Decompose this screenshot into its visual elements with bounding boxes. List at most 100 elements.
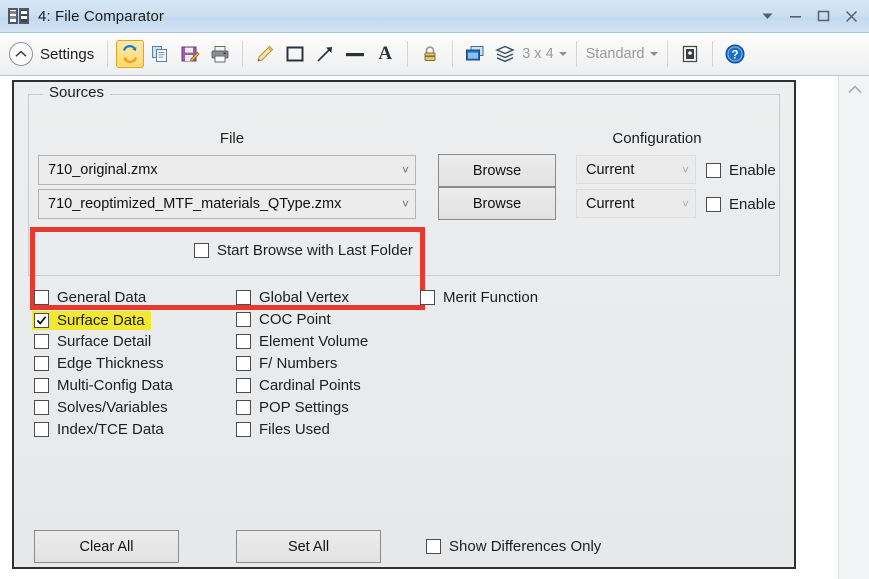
maximize-button[interactable] [809, 2, 837, 32]
checkbox-box [236, 378, 251, 393]
option-label: Surface Detail [57, 333, 151, 350]
toolbar-separator [452, 41, 453, 67]
file-path-dropdown-2[interactable]: 710_reoptimized_MTF_materials_QType.zmx … [38, 189, 416, 219]
titlebar-dropdown-icon[interactable] [753, 2, 781, 32]
refresh-icon[interactable] [116, 40, 144, 68]
option-multi-config-data[interactable]: Multi-Config Data [34, 377, 173, 394]
toolbar-separator [576, 41, 577, 67]
option-label: Multi-Config Data [57, 377, 173, 394]
chevron-down-icon: ˅ [402, 198, 409, 210]
window-title: 4: File Comparator [38, 8, 164, 25]
title-bar: 4: File Comparator [0, 0, 869, 33]
arrow-icon[interactable] [311, 40, 339, 68]
option-f-numbers[interactable]: F/ Numbers [236, 355, 337, 372]
rectangle-icon[interactable] [281, 40, 309, 68]
browse-button-2[interactable]: Browse [438, 187, 556, 220]
checkbox-box [236, 356, 251, 371]
option-label: Files Used [259, 421, 330, 438]
style-preset-label: Standard [586, 46, 645, 62]
option-merit-function[interactable]: Merit Function [420, 289, 538, 306]
toolbar-separator [667, 41, 668, 67]
line-icon[interactable] [341, 40, 369, 68]
minimize-button[interactable] [781, 2, 809, 32]
configuration-dropdown-2[interactable]: Current ˅ [576, 189, 696, 218]
option-surface-data[interactable]: Surface Data [32, 311, 151, 330]
grid-size-label: 3 x 4 [522, 46, 553, 62]
option-coc-point[interactable]: COC Point [236, 311, 331, 328]
option-general-data[interactable]: General Data [34, 289, 146, 306]
checkbox-box [34, 334, 49, 349]
option-index-tce-data[interactable]: Index/TCE Data [34, 421, 164, 438]
window-controls [753, 0, 865, 33]
file-path-value-2: 710_reoptimized_MTF_materials_QType.zmx [48, 196, 396, 212]
option-label: POP Settings [259, 399, 349, 416]
set-all-button[interactable]: Set All [236, 530, 381, 563]
settings-button[interactable]: Settings [9, 42, 94, 66]
text-icon[interactable]: A [371, 40, 399, 68]
toolbar-separator [712, 41, 713, 67]
show-differences-label: Show Differences Only [449, 538, 601, 555]
close-button[interactable] [837, 2, 865, 32]
checkbox-box [236, 422, 251, 437]
copy-icon[interactable] [146, 40, 174, 68]
checkbox-box [34, 290, 49, 305]
configuration-dropdown-1[interactable]: Current ˅ [576, 155, 696, 184]
export-image-icon[interactable] [676, 40, 704, 68]
toolbar: Settings [0, 33, 869, 76]
browse-button-1[interactable]: Browse [438, 154, 556, 187]
option-files-used[interactable]: Files Used [236, 421, 330, 438]
option-label: Surface Data [57, 312, 145, 329]
help-icon[interactable]: ? [721, 40, 749, 68]
checkmark-icon [36, 315, 47, 326]
settings-panel: Sources File Configuration 710_original.… [12, 80, 796, 569]
option-cardinal-points[interactable]: Cardinal Points [236, 377, 361, 394]
file-path-value-1: 710_original.zmx [48, 162, 396, 178]
configuration-value-2: Current [586, 196, 676, 212]
start-browse-label: Start Browse with Last Folder [217, 242, 413, 259]
window-icon[interactable] [461, 40, 489, 68]
option-label: Solves/Variables [57, 399, 168, 416]
option-pop-settings[interactable]: POP Settings [236, 399, 349, 416]
layers-icon[interactable] [491, 40, 519, 68]
show-differences-only-checkbox[interactable]: Show Differences Only [426, 538, 601, 555]
enable-checkbox-2[interactable]: Enable [706, 196, 776, 213]
checkbox-box [706, 197, 721, 212]
scroll-up-icon[interactable] [839, 76, 869, 102]
file-path-dropdown-1[interactable]: 710_original.zmx ˅ [38, 155, 416, 185]
checkbox-box [426, 539, 441, 554]
configuration-value-1: Current [586, 162, 676, 178]
option-element-volume[interactable]: Element Volume [236, 333, 368, 350]
option-edge-thickness[interactable]: Edge Thickness [34, 355, 163, 372]
toolbar-separator [242, 41, 243, 67]
svg-text:?: ? [731, 50, 738, 62]
enable-label-1: Enable [729, 162, 776, 179]
checkbox-box [236, 312, 251, 327]
option-label: Global Vertex [259, 289, 349, 306]
style-preset-dropdown[interactable]: Standard [584, 46, 660, 62]
option-surface-detail[interactable]: Surface Detail [34, 333, 151, 350]
chevron-down-icon [650, 52, 658, 56]
lock-icon[interactable] [416, 40, 444, 68]
pencil-icon[interactable] [251, 40, 279, 68]
checkbox-box [236, 400, 251, 415]
checkbox-box [34, 378, 49, 393]
vertical-scrollbar[interactable] [838, 76, 869, 579]
file-column-header: File [172, 130, 292, 147]
option-solves-variables[interactable]: Solves/Variables [34, 399, 168, 416]
option-label: Edge Thickness [57, 355, 163, 372]
checkbox-box [420, 290, 435, 305]
chevron-up-circle-icon [9, 42, 33, 66]
chevron-down-icon: ˅ [682, 198, 689, 210]
option-global-vertex[interactable]: Global Vertex [236, 289, 349, 306]
start-browse-with-last-folder-checkbox[interactable]: Start Browse with Last Folder [194, 242, 413, 259]
checkbox-box [34, 356, 49, 371]
clear-all-button[interactable]: Clear All [34, 530, 179, 563]
toolbar-separator [107, 41, 108, 67]
print-icon[interactable] [206, 40, 234, 68]
sources-group-title: Sources [43, 84, 110, 101]
toolbar-separator [407, 41, 408, 67]
save-as-icon[interactable] [176, 40, 204, 68]
option-label: COC Point [259, 311, 331, 328]
grid-size-dropdown[interactable]: 3 x 4 [520, 46, 568, 62]
enable-checkbox-1[interactable]: Enable [706, 162, 776, 179]
